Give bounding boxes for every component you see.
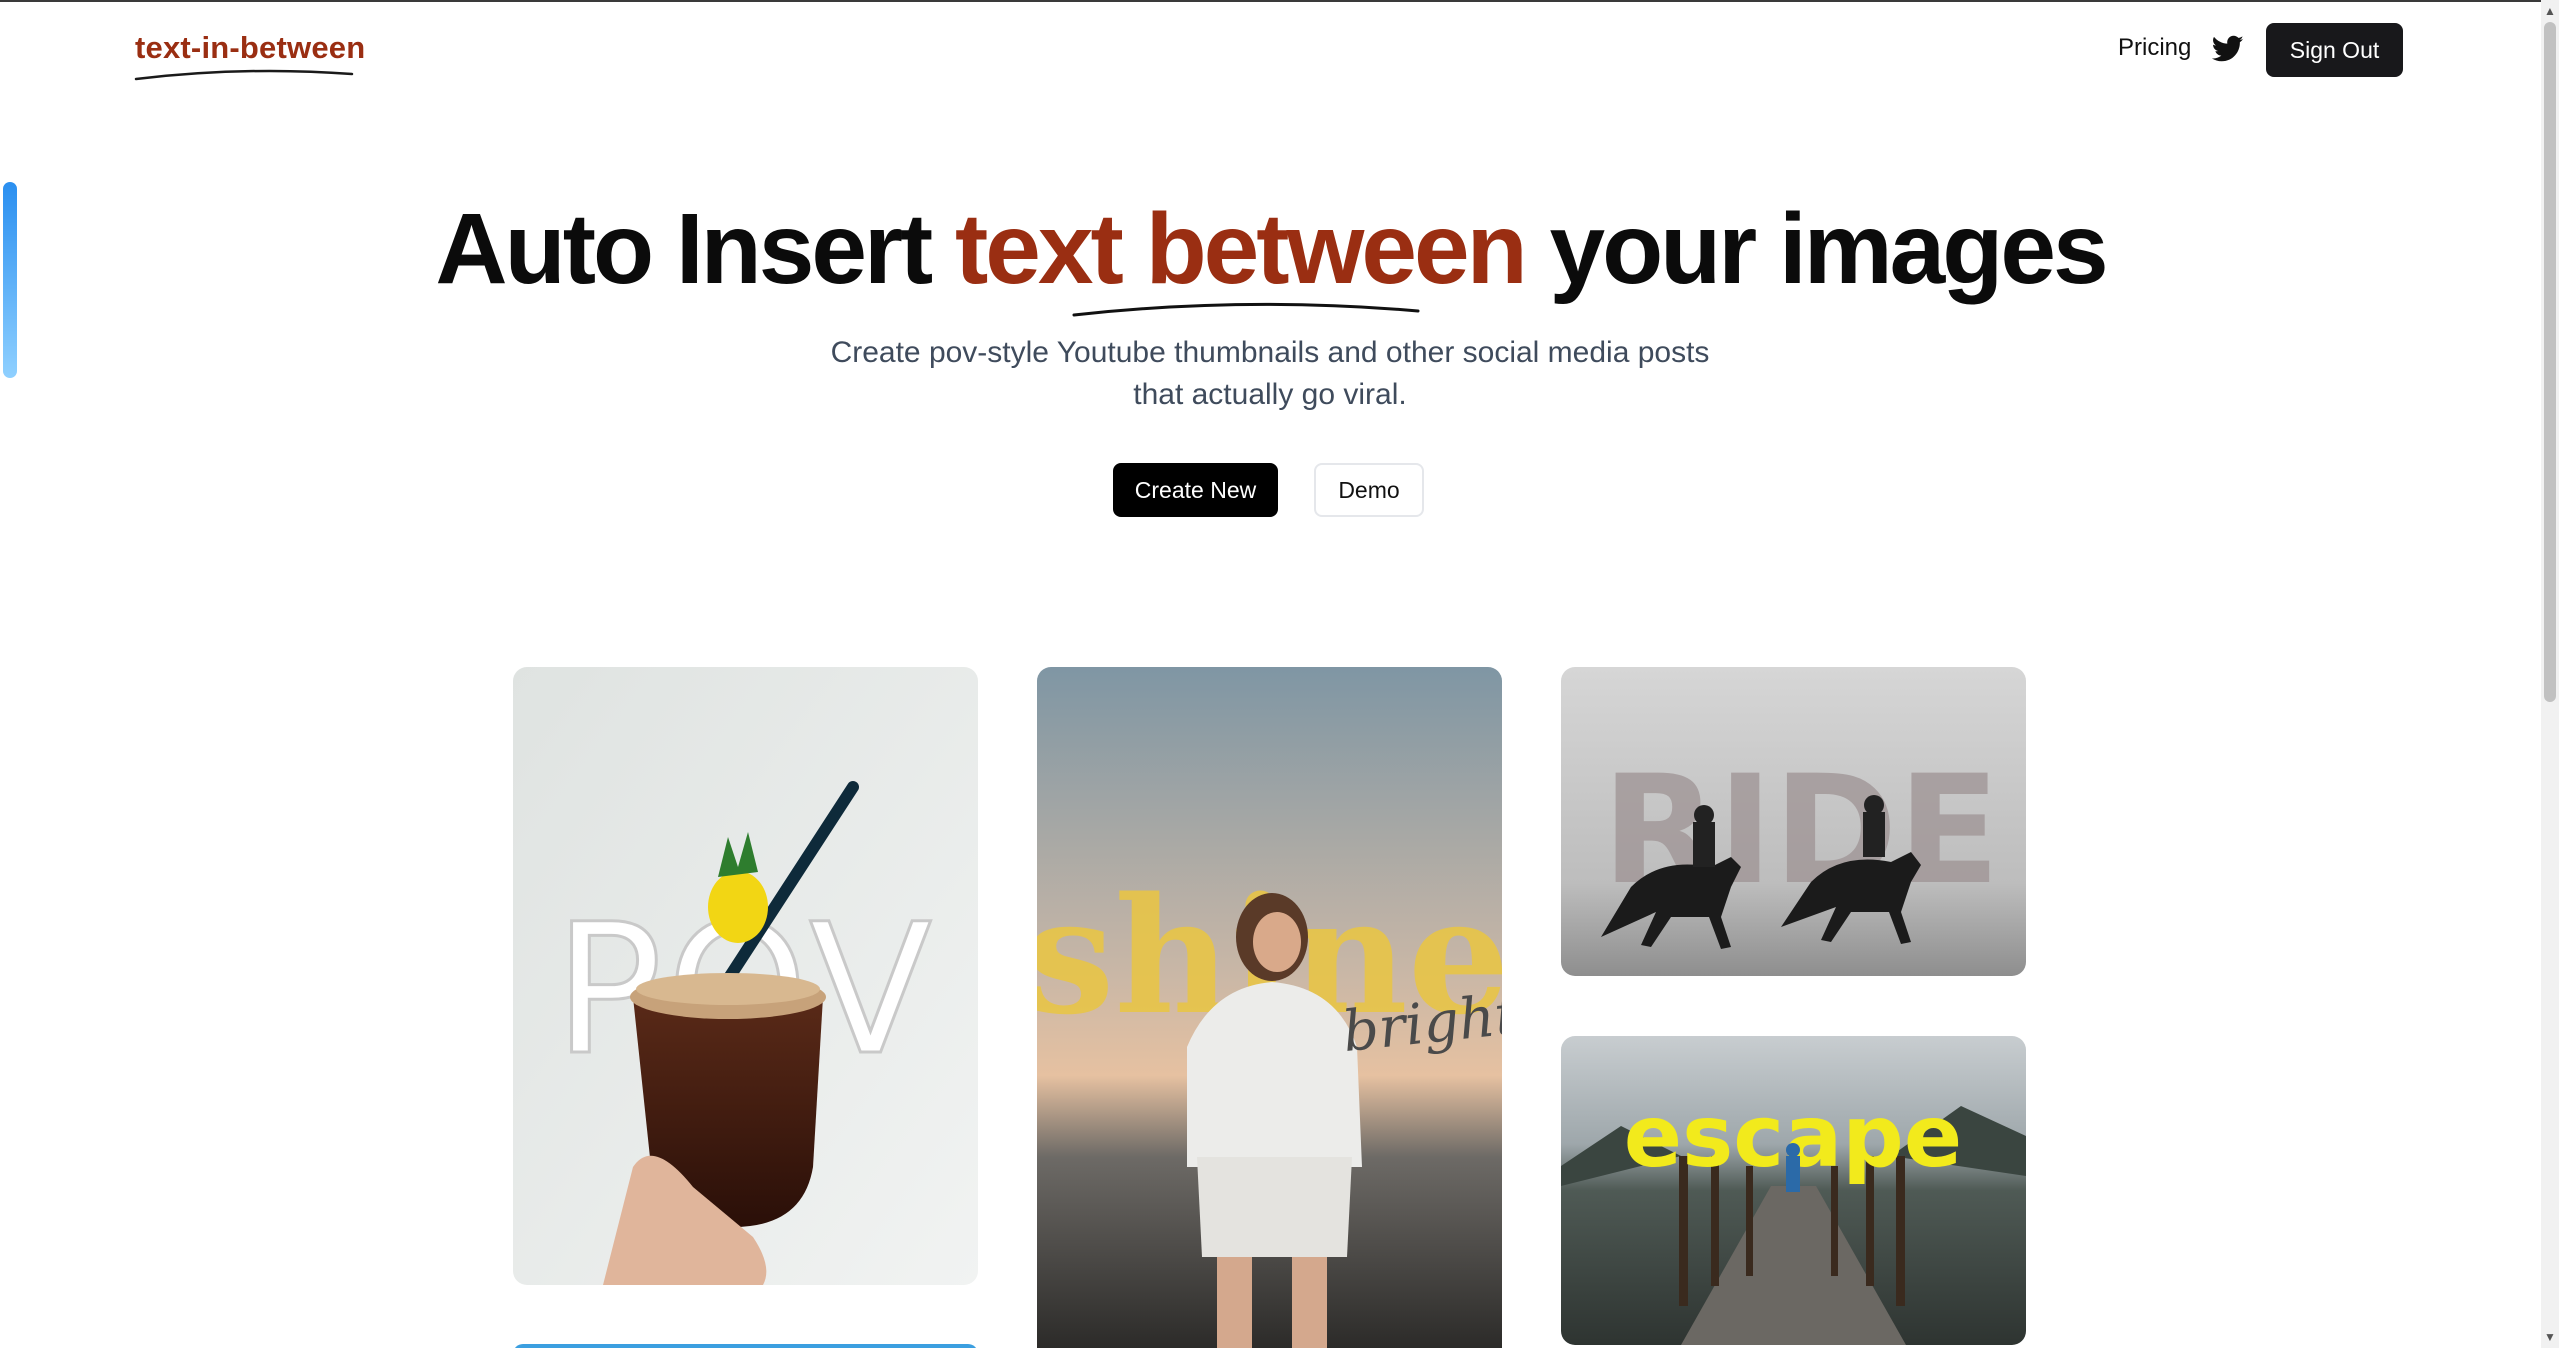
create-new-button[interactable]: Create New (1113, 463, 1278, 517)
demo-button[interactable]: Demo (1314, 463, 1424, 517)
gallery-item-pov[interactable]: POV (513, 667, 978, 1285)
scrollbar-thumb[interactable] (2544, 22, 2556, 702)
hero-title-start: Auto Insert (435, 193, 955, 305)
hero-subtitle-line1: Create pov-style Youtube thumbnails and … (830, 336, 1710, 369)
sign-out-button[interactable]: Sign Out (2266, 23, 2403, 77)
hero-subtitle-line2: that actually go viral. (1133, 378, 1407, 411)
hero-title-end: your images (1524, 193, 2108, 305)
nav-pricing-link[interactable]: Pricing (2118, 34, 2191, 62)
twitter-icon[interactable] (2212, 35, 2244, 63)
gallery-item-ride[interactable]: RIDE (1561, 667, 2026, 976)
hero-title-accent: text between (954, 193, 1528, 305)
scroll-down-arrow-icon[interactable]: ▼ (2543, 1330, 2557, 1344)
hero-title: Auto Insert text between your images (0, 192, 2541, 307)
gallery-item-escape[interactable]: escape (1561, 1036, 2026, 1345)
hero-underline-decoration (1072, 302, 1420, 317)
window-top-border (0, 0, 2559, 2)
gallery-item-shine[interactable]: shine bright (1037, 667, 1502, 1348)
logo-underline-decoration (134, 69, 354, 81)
gallery-item-partial[interactable] (513, 1344, 978, 1348)
hero-subtitle: Create pov-style Youtube thumbnails and … (770, 332, 1770, 416)
logo[interactable]: text-in-between (135, 30, 365, 66)
scroll-up-arrow-icon[interactable]: ▲ (2543, 4, 2557, 18)
